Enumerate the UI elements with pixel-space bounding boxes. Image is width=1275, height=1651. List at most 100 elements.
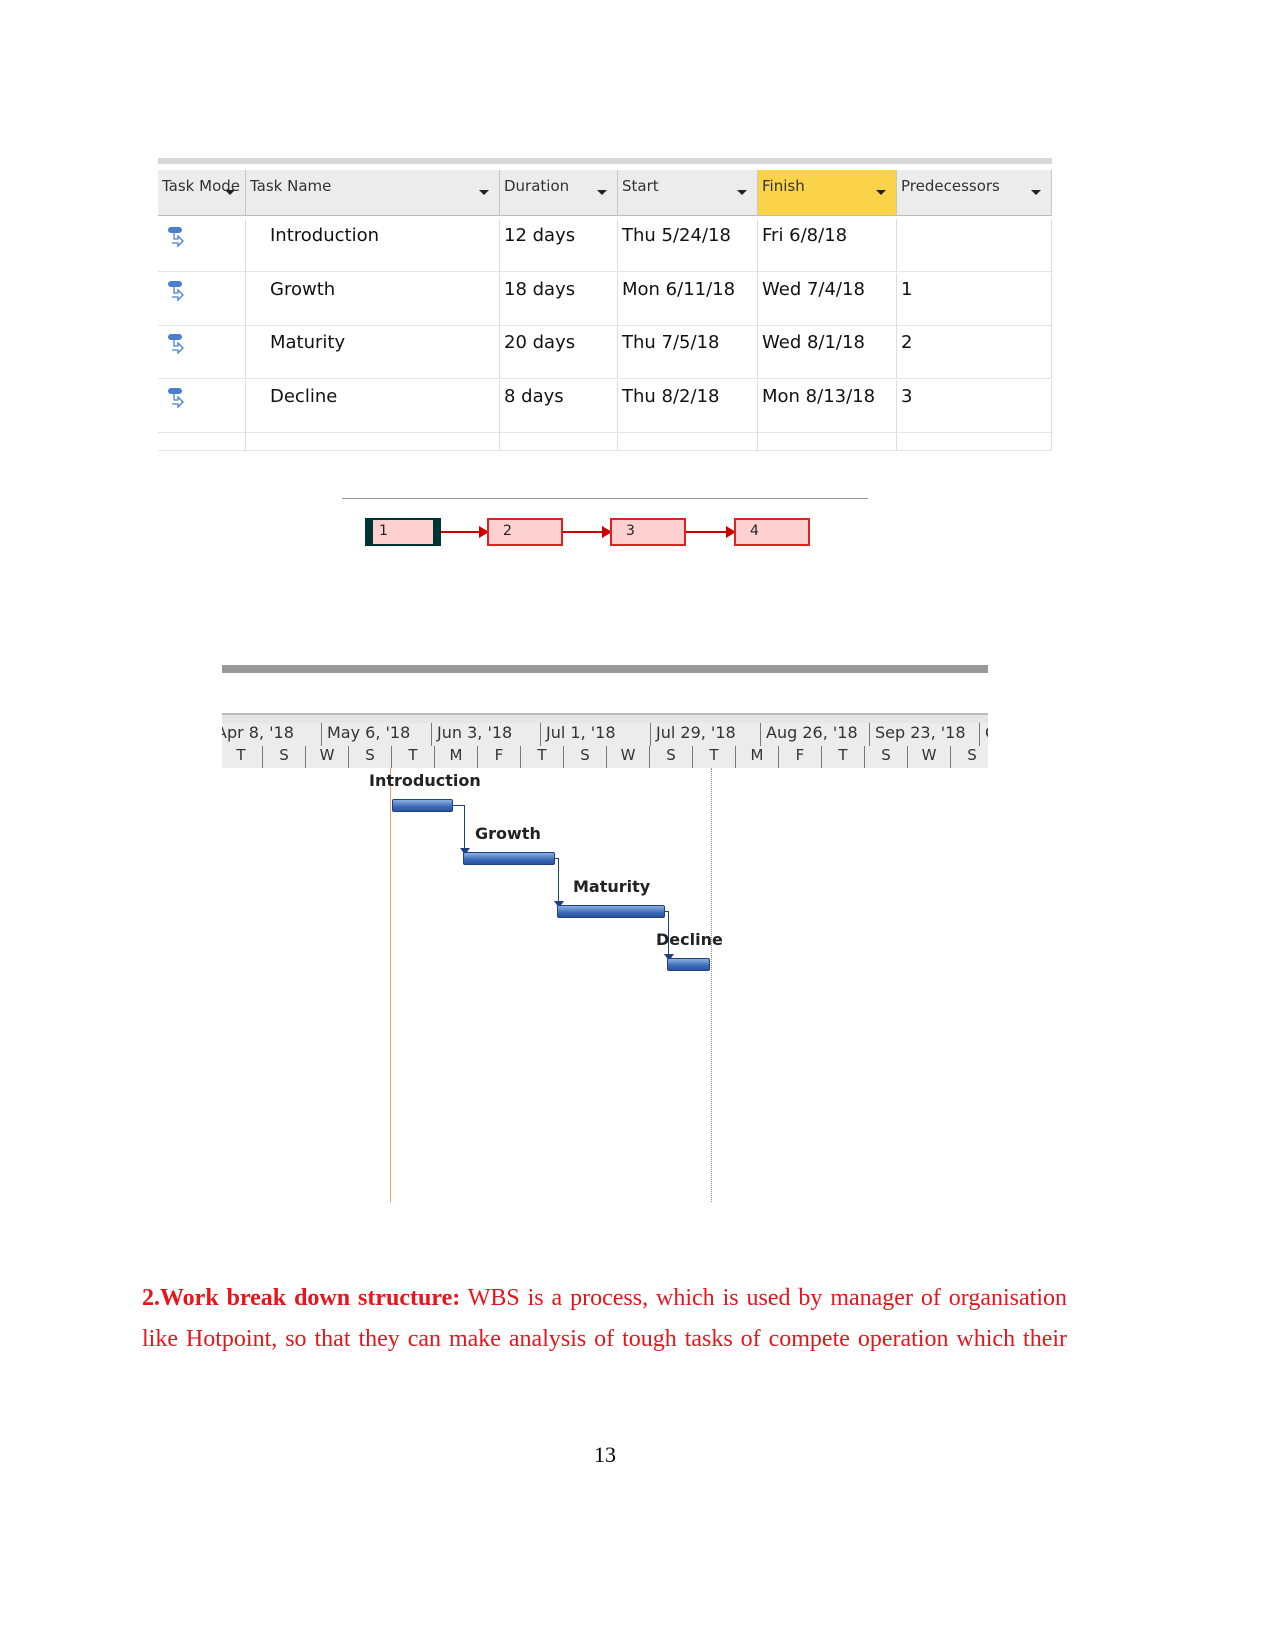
cell-text: Decline (270, 385, 338, 407)
dependency-link (453, 805, 470, 855)
empty-cell[interactable] (618, 433, 758, 451)
cell-text: Thu 5/24/18 (622, 225, 731, 246)
gantt-bar[interactable] (463, 852, 555, 865)
dropdown-arrow-icon[interactable] (737, 190, 747, 195)
cell-name[interactable]: Growth (246, 272, 500, 326)
cell-text: 18 days (504, 278, 576, 300)
timescale-day: S (649, 746, 692, 768)
auto-scheduled-task-icon (168, 280, 184, 302)
cell-text: Wed 8/1/18 (762, 332, 865, 353)
header-label: Finish (762, 177, 805, 195)
column-header-finish[interactable]: Finish (758, 170, 897, 216)
network-node[interactable]: 1 (365, 518, 441, 546)
timescale-day: S (563, 746, 606, 768)
auto-scheduled-task-icon (168, 227, 184, 248)
gantt-bar-label: Introduction (369, 771, 481, 790)
dependency-link (554, 858, 564, 908)
timescale: Apr 8, '18 May 6, '18 Jun 3, '18 Jul 1, '18… (222, 723, 988, 768)
cell-text: 20 days (504, 332, 576, 353)
timescale-month: O (979, 723, 988, 746)
empty-cell[interactable] (158, 433, 246, 451)
cell-duration[interactable]: 20 days (500, 326, 618, 379)
paragraph-text: like Hotpoint, so that they can make ana… (142, 1326, 1067, 1352)
gantt-bar[interactable] (557, 905, 665, 918)
network-node[interactable]: 4 (734, 518, 810, 546)
cell-duration[interactable]: 12 days (500, 219, 618, 272)
empty-cell[interactable] (500, 433, 618, 451)
cell-duration[interactable]: 18 days (500, 272, 618, 326)
paragraph-text: WBS is a process, which is used by manag… (460, 1285, 1067, 1311)
cell-text: Introduction (270, 225, 380, 246)
cell-text: 2 (901, 332, 913, 353)
cell-finish[interactable]: Wed 7/4/18 (758, 272, 897, 326)
gantt-bar[interactable] (392, 799, 453, 812)
cell-duration[interactable]: 8 days (500, 379, 618, 433)
cell-mode[interactable] (158, 379, 246, 433)
timescale-day: W (305, 746, 348, 768)
cell-finish[interactable]: Wed 8/1/18 (758, 326, 897, 379)
cell-text: 3 (901, 385, 913, 407)
dependency-arrow (686, 526, 736, 538)
gantt-bar-label: Decline (656, 930, 723, 949)
column-header-task-name[interactable]: Task Name (246, 170, 500, 216)
dropdown-arrow-icon[interactable] (597, 190, 607, 195)
dropdown-arrow-icon[interactable] (1031, 190, 1041, 195)
header-label: Predecessors (901, 177, 1000, 195)
column-header-task-mode[interactable]: Task Mode (158, 170, 246, 216)
dropdown-arrow-icon[interactable] (876, 190, 886, 195)
cell-start[interactable]: Thu 8/2/18 (618, 379, 758, 433)
divider (342, 498, 868, 499)
cell-pred[interactable]: 2 (897, 326, 1052, 379)
timescale-day: W (907, 746, 950, 768)
timescale-day: S (950, 746, 988, 768)
column-header-predecessors[interactable]: Predecessors (897, 170, 1052, 216)
cell-text: Thu 7/5/18 (622, 332, 720, 353)
timescale-day: T (692, 746, 735, 768)
section-heading: 2.Work break down structure: (142, 1285, 461, 1311)
dropdown-arrow-icon[interactable] (479, 190, 489, 195)
cell-finish[interactable]: Mon 8/13/18 (758, 379, 897, 433)
cell-mode[interactable] (158, 272, 246, 326)
timescale-month: Jul 29, '18 (650, 723, 760, 746)
empty-cell[interactable] (758, 433, 897, 451)
empty-cell[interactable] (897, 433, 1052, 451)
network-node[interactable]: 2 (487, 518, 563, 546)
timescale-month: Apr 8, '18 (222, 723, 294, 742)
cell-name[interactable]: Decline (246, 379, 500, 433)
header-label: Start (622, 177, 659, 195)
cell-mode[interactable] (158, 326, 246, 379)
dependency-arrow (441, 526, 489, 538)
timescale-day: F (477, 746, 520, 768)
cell-finish[interactable]: Fri 6/8/18 (758, 219, 897, 272)
dependency-arrow (563, 526, 612, 538)
network-node[interactable]: 3 (610, 518, 686, 546)
column-header-start[interactable]: Start (618, 170, 758, 216)
auto-scheduled-task-icon (168, 387, 184, 409)
splitter-bar[interactable] (222, 665, 988, 673)
gantt-bar[interactable] (667, 958, 710, 971)
cell-start[interactable]: Thu 5/24/18 (618, 219, 758, 272)
timescale-month: Jun 3, '18 (431, 723, 541, 746)
cell-text: 8 days (504, 385, 564, 407)
cell-start[interactable]: Mon 6/11/18 (618, 272, 758, 326)
document-page: Task Mode Task Name Duration Start Finis… (0, 0, 1275, 1651)
timescale-day: T (821, 746, 864, 768)
timescale-day: M (434, 746, 477, 768)
empty-cell[interactable] (246, 433, 500, 451)
cell-pred[interactable]: 3 (897, 379, 1052, 433)
cell-mode[interactable] (158, 219, 246, 272)
page-number: 13 (594, 1442, 616, 1467)
cell-name[interactable]: Introduction (246, 219, 500, 272)
cell-name[interactable]: Maturity (246, 326, 500, 379)
cell-pred[interactable] (897, 219, 1052, 272)
dropdown-arrow-icon[interactable] (225, 190, 235, 195)
timescale-month: Aug 26, '18 (760, 723, 870, 746)
cell-text: Wed 7/4/18 (762, 278, 865, 300)
cell-text: 1 (901, 278, 913, 300)
paragraph-line-2: like Hotpoint, so that they can make ana… (142, 1319, 1067, 1360)
cell-text: Growth (270, 278, 336, 300)
cell-start[interactable]: Thu 7/5/18 (618, 326, 758, 379)
cell-pred[interactable]: 1 (897, 272, 1052, 326)
timescale-day: F (778, 746, 821, 768)
column-header-duration[interactable]: Duration (500, 170, 618, 216)
